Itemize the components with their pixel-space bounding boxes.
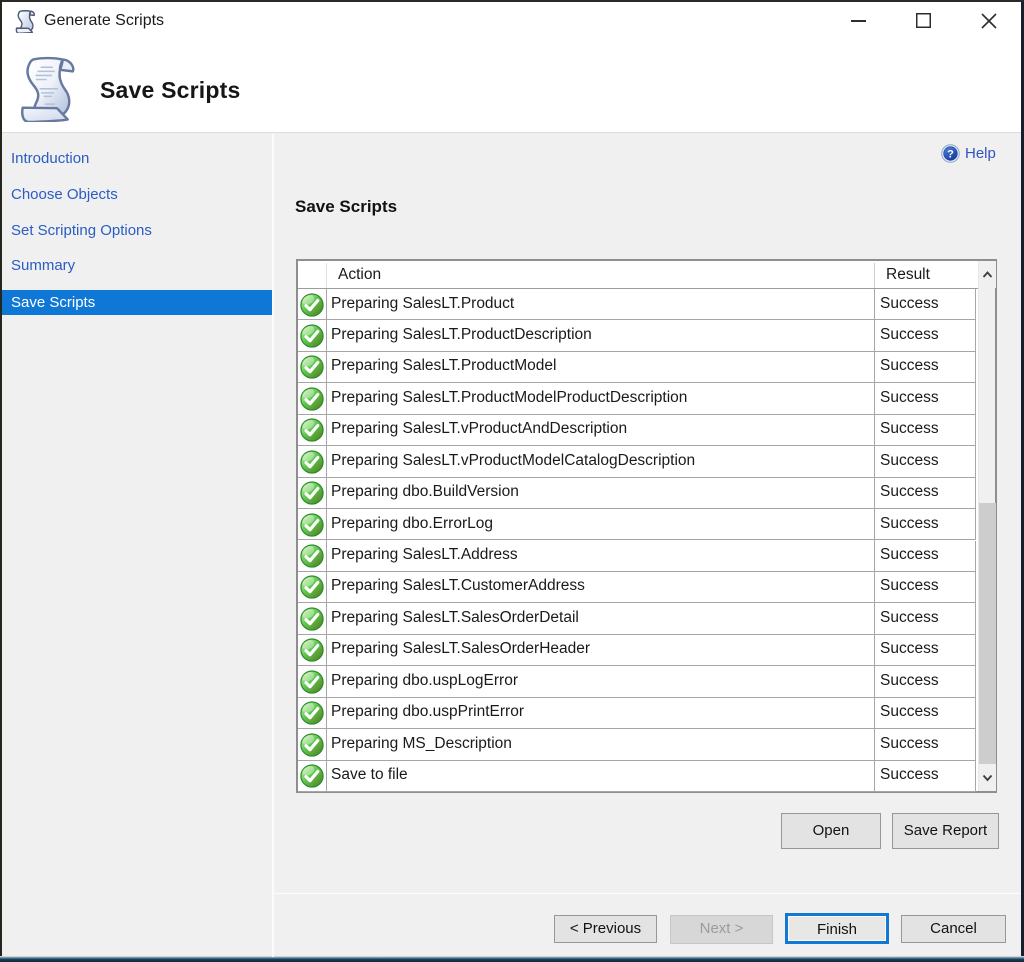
svg-text:?: ? (947, 148, 954, 160)
